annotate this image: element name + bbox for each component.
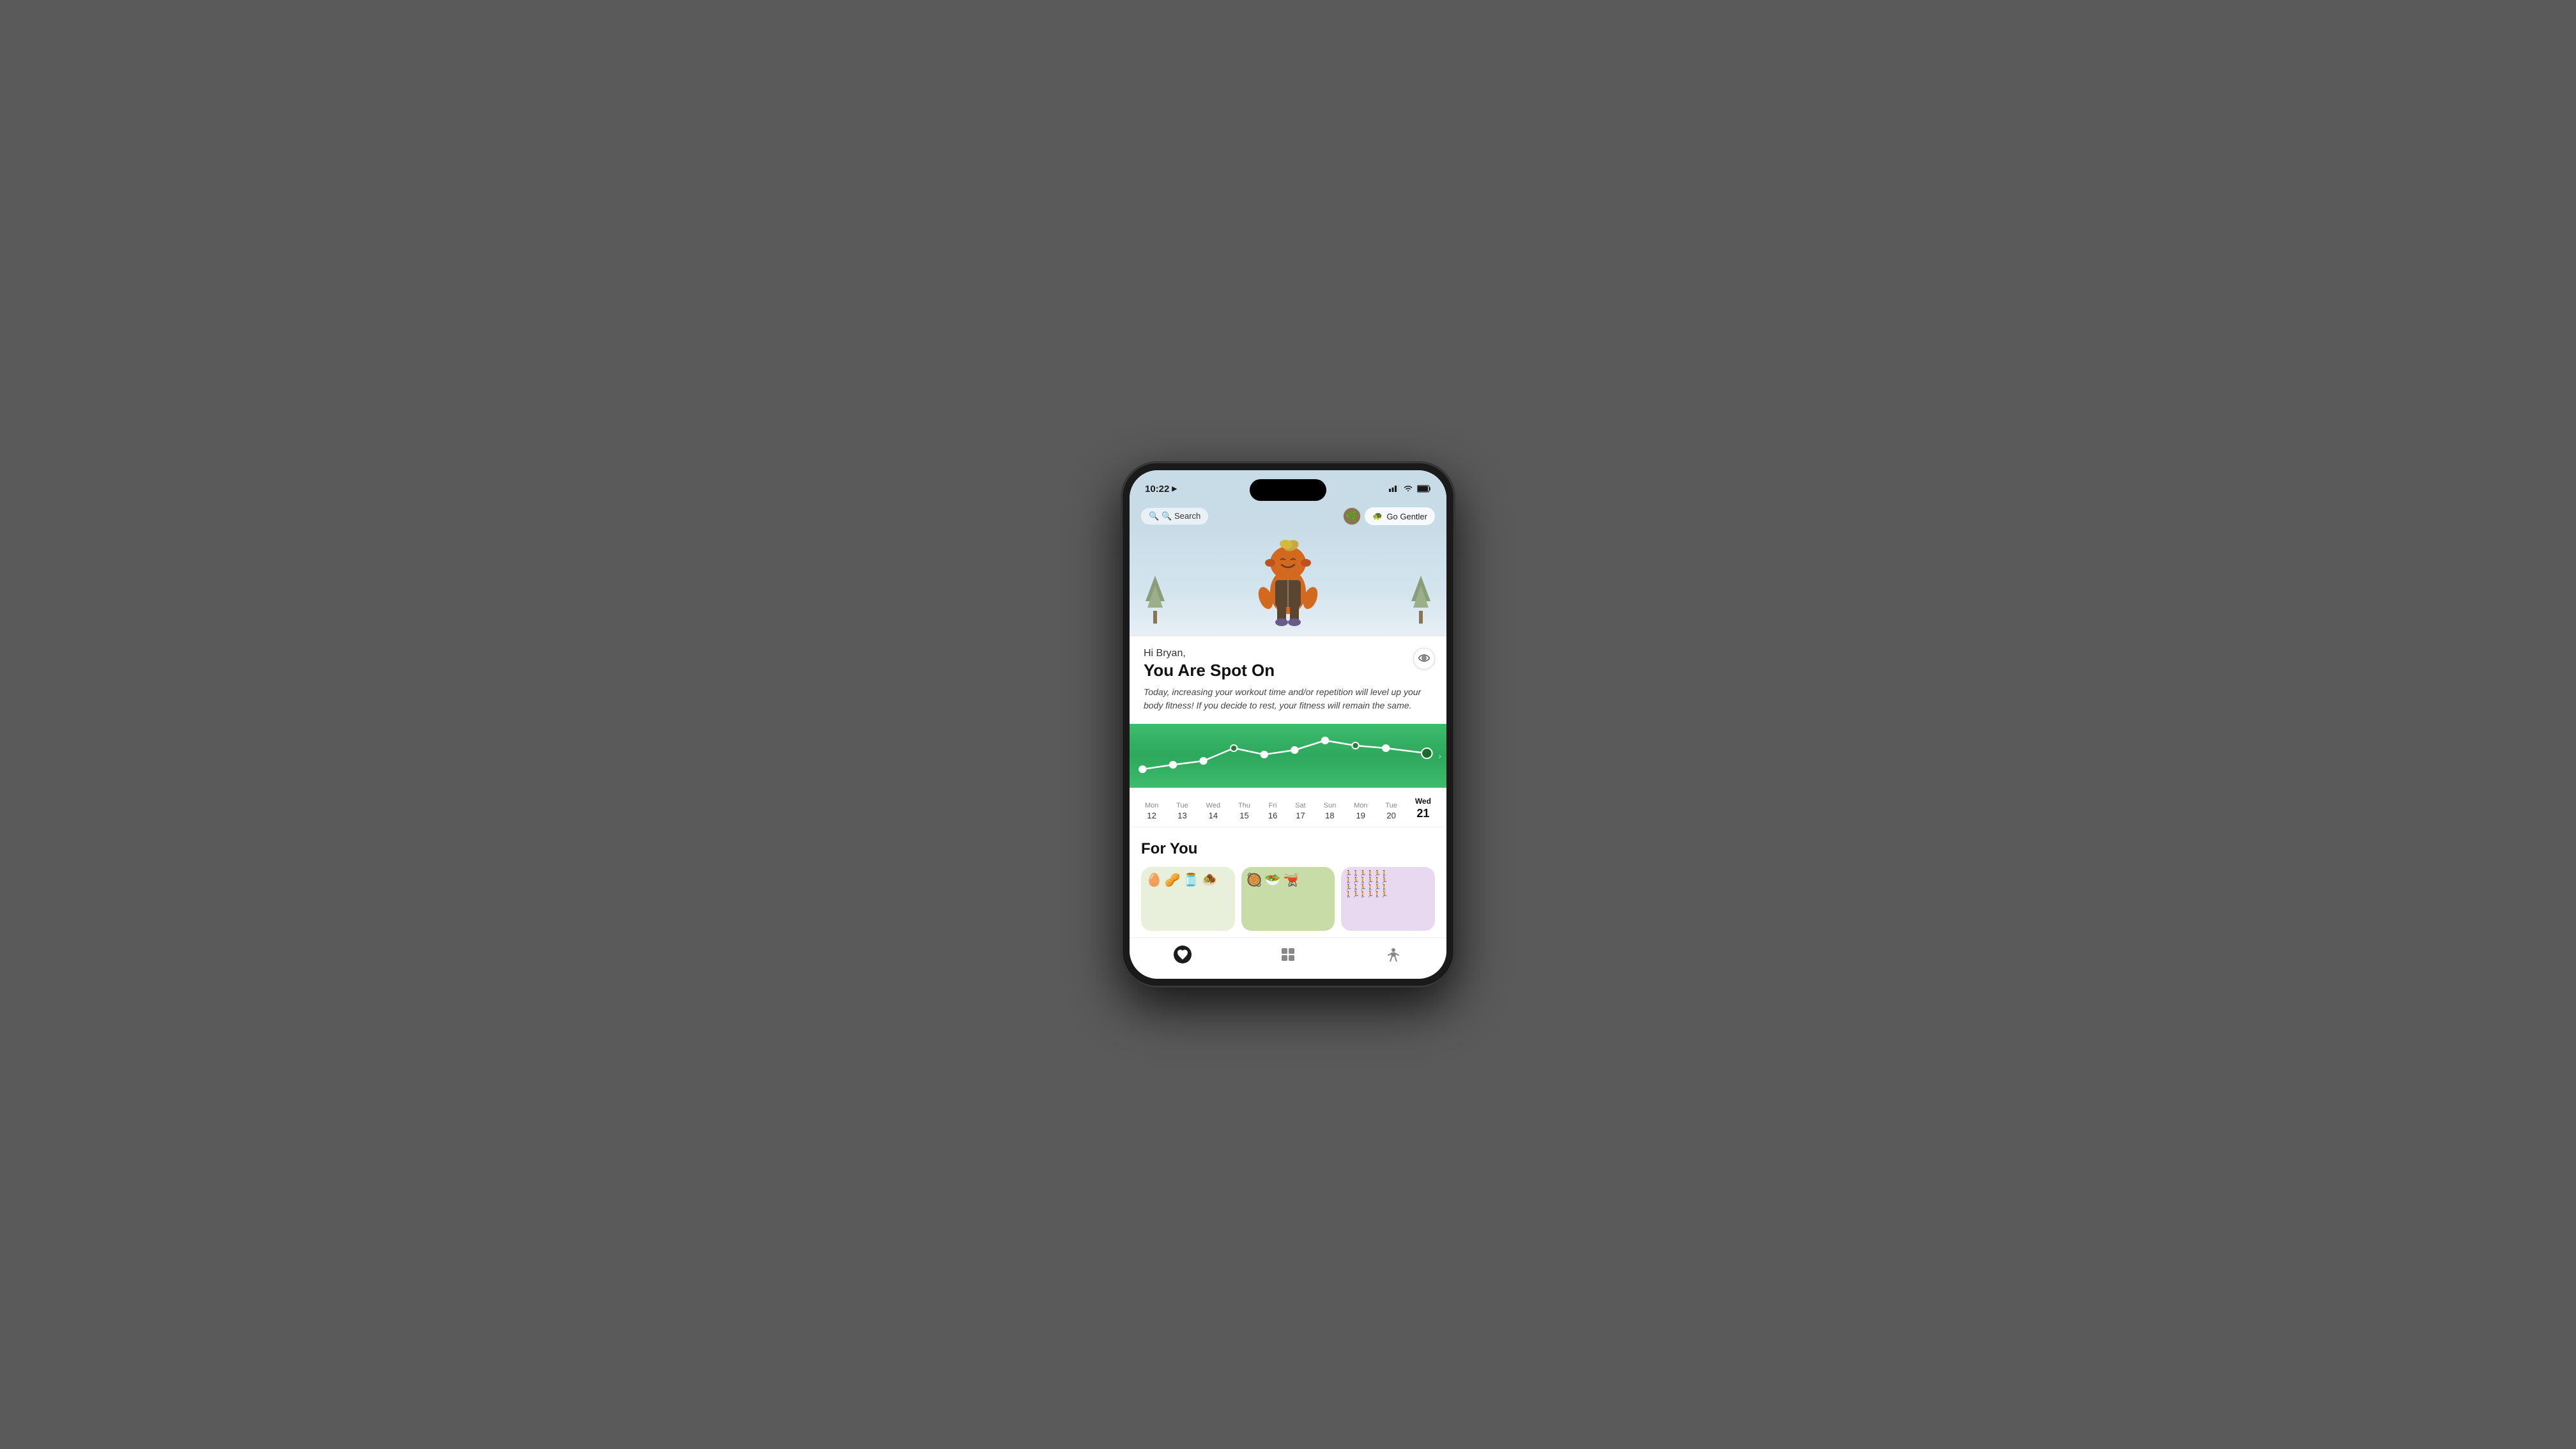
character [1253,534,1323,630]
phone-screen: 10:22 ▶ 🔍 🔍 Search [1130,470,1446,979]
status-time: 10:22 ▶ [1145,484,1177,494]
chart-section: › [1130,724,1446,788]
activity-pattern: 🏃🚶🏃🚶🏃🚶 🚶🏃🚶🏃🚶🏃 🏃🚶🏃🚶🏃🚶 🚶🏃🚶🏃🚶🏃 [1341,867,1435,931]
activity-card[interactable]: 🏃🚶🏃🚶🏃🚶 🚶🏃🚶🏃🚶🏃 🏃🚶🏃🚶🏃🚶 🚶🏃🚶🏃🚶🏃 [1341,867,1435,931]
activity-tab-icon [1384,946,1402,963]
calendar-section: Mon 12 Tue 13 Wed 14 Thu 15 [1130,788,1446,827]
calendar-day-mon19[interactable]: Mon 19 [1354,802,1367,820]
greeting-body: Today, increasing your workout time and/… [1144,686,1432,712]
battery-icon [1417,485,1431,493]
fitness-chart [1136,734,1440,779]
top-nav: 🔍 🔍 Search 🌿 🐢 Go Gentler [1130,502,1446,528]
scene: 10:22 ▶ 🔍 🔍 Search [1122,463,1454,986]
eye-icon [1418,654,1430,664]
calendar-day-wed14[interactable]: Wed 14 [1206,802,1220,820]
search-label: 🔍 Search [1162,511,1200,521]
go-gentler-button[interactable]: 🐢 Go Gentler [1365,507,1435,525]
tab-bar [1130,937,1446,979]
calendar-days: Mon 12 Tue 13 Wed 14 Thu 15 [1136,797,1440,820]
dynamic-island [1250,479,1326,501]
time-display: 10:22 [1145,484,1169,494]
calendar-day-sat17[interactable]: Sat 17 [1295,802,1306,820]
calendar-day-fri16[interactable]: Fri 16 [1268,802,1277,820]
wifi-icon [1403,484,1413,494]
food-icons-2: 🥘 🥗 🫕 [1241,867,1335,893]
hero-area [1130,528,1446,636]
signal-icon [1389,484,1399,494]
calendar-day-thu15[interactable]: Thu 15 [1238,802,1250,820]
cards-row: 🥚 🥜 🫙 🧆 🥘 🥗 🫕 [1141,867,1435,931]
go-gentler-icon: 🐢 [1372,511,1383,521]
for-you-section: For You 🥚 🥜 🫙 🧆 🥘 [1130,827,1446,937]
greeting-hi: Hi Bryan, [1144,648,1432,659]
avatar[interactable]: 🌿 [1343,507,1361,525]
tab-activity[interactable] [1374,943,1413,966]
calendar-day-sun18[interactable]: Sun 18 [1324,802,1337,820]
food-card-2[interactable]: 🥘 🥗 🫕 [1241,867,1335,931]
for-you-title: For You [1141,840,1435,858]
search-button[interactable]: 🔍 🔍 Search [1141,508,1208,525]
go-gentler-label: Go Gentler [1386,512,1427,521]
tab-health[interactable] [1163,943,1202,966]
health-tab-icon [1174,946,1192,963]
tree-right [1408,572,1434,627]
greeting-section: Hi Bryan, You Are Spot On Today, increas… [1130,636,1446,719]
visibility-button[interactable] [1413,648,1435,670]
food-icons-1: 🥚 🥜 🫙 🧆 [1141,867,1235,893]
greeting-title: You Are Spot On [1144,661,1432,680]
calendar-day-mon12[interactable]: Mon 12 [1145,802,1158,820]
tree-left [1142,572,1168,627]
status-icons [1389,484,1431,494]
calendar-day-tue20[interactable]: Tue 20 [1385,802,1397,820]
food-card-1[interactable]: 🥚 🥜 🫙 🧆 [1141,867,1235,931]
scroll-indicator: › [1438,751,1441,761]
scroll-content[interactable]: Hi Bryan, You Are Spot On Today, increas… [1130,636,1446,937]
calendar-day-wed21[interactable]: Wed 21 [1415,797,1431,820]
location-icon: ▶ [1172,486,1177,493]
search-icon: 🔍 [1149,511,1159,521]
calendar-day-tue13[interactable]: Tue 13 [1176,802,1188,820]
summary-tab-icon [1279,946,1297,963]
tab-summary[interactable] [1269,943,1307,966]
